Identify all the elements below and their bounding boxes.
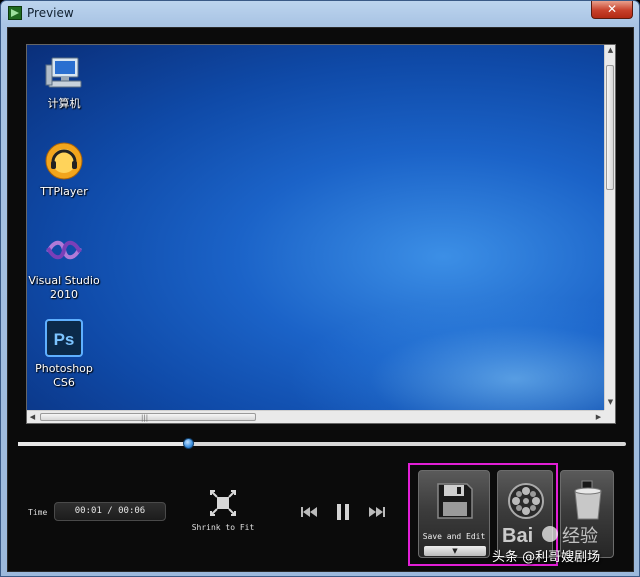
scroll-left-icon[interactable]: ◀: [27, 411, 38, 424]
scrollbar-corner: [604, 410, 615, 423]
horizontal-scrollbar[interactable]: ◀ ||| ▶: [27, 410, 605, 423]
shrink-to-fit-button[interactable]: Shrink to Fit: [186, 490, 260, 538]
desktop-icon-visual-studio[interactable]: Visual Studio 2010: [28, 230, 100, 302]
photoshop-icon: Ps: [44, 318, 84, 358]
window-title: Preview: [27, 6, 74, 20]
preview-pane: 计算机 TTPlayer Visual Studio 2010 Ps Photo…: [26, 44, 616, 424]
next-icon[interactable]: [368, 505, 386, 519]
title-bar[interactable]: Preview ✕: [1, 1, 639, 27]
watermark-text: 头条 @利哥嫂剧场: [492, 550, 601, 565]
app-icon: [8, 6, 22, 20]
horizontal-scroll-thumb[interactable]: |||: [40, 413, 256, 422]
timeline-slider[interactable]: [18, 438, 626, 449]
vertical-scrollbar[interactable]: ▲ ▼: [604, 45, 615, 410]
ttplayer-icon: [44, 141, 84, 181]
preview-window: Preview ✕ 计算机 TTPlayer Visual Studio 201…: [0, 0, 640, 577]
time-display: 00:01 / 00:06: [54, 502, 166, 521]
pause-icon[interactable]: [334, 503, 352, 521]
vertical-scroll-thumb[interactable]: [606, 65, 614, 190]
timeline-knob[interactable]: [183, 438, 195, 449]
svg-text:Ps: Ps: [54, 330, 75, 349]
scroll-grip-icon: |||: [141, 414, 149, 422]
client-area: 计算机 TTPlayer Visual Studio 2010 Ps Photo…: [7, 27, 634, 572]
svg-text:经验: 经验: [562, 526, 598, 547]
close-button[interactable]: ✕: [591, 1, 633, 19]
desktop-icon-computer[interactable]: 计算机: [28, 53, 100, 111]
shrink-icon: [210, 490, 236, 516]
scroll-right-icon[interactable]: ▶: [593, 411, 604, 424]
desktop-icon-label: TTPlayer: [40, 185, 88, 198]
visual-studio-icon: [44, 230, 84, 270]
svg-text:Bai: Bai: [502, 525, 533, 547]
shrink-to-fit-label: Shrink to Fit: [191, 523, 255, 532]
scroll-down-icon[interactable]: ▼: [605, 397, 616, 408]
desktop-icon-ttplayer[interactable]: TTPlayer: [28, 141, 100, 199]
time-label: Time: [28, 508, 48, 517]
desktop-icon-label: Photoshop CS6: [35, 362, 93, 389]
watermark: Bai 经验 头条 @利哥嫂剧场: [492, 525, 640, 572]
desktop-screenshot: 计算机 TTPlayer Visual Studio 2010 Ps Photo…: [27, 45, 605, 410]
trash-bin-icon: [574, 480, 602, 520]
desktop-icon-photoshop[interactable]: Ps Photoshop CS6: [28, 318, 100, 390]
timeline-progress: [18, 442, 189, 446]
desktop-icon-label: 计算机: [47, 97, 81, 110]
desktop-icon-label: Visual Studio 2010: [28, 274, 100, 301]
scroll-up-icon[interactable]: ▲: [605, 45, 616, 56]
previous-icon[interactable]: [300, 505, 318, 519]
close-icon: ✕: [606, 2, 618, 16]
computer-icon: [44, 53, 84, 93]
